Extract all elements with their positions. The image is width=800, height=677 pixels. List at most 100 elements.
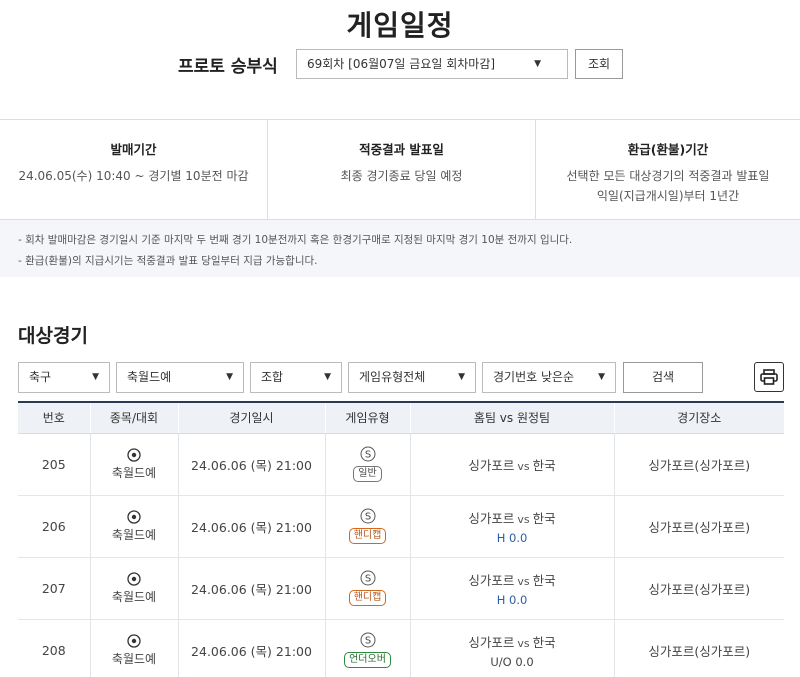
vs-label: vs — [517, 636, 530, 650]
game-type-select-value: 게임유형전체 — [359, 370, 426, 384]
notice-line: - 회차 발매마감은 경기일시 기준 마지막 두 번째 경기 10분전까지 혹은… — [18, 234, 573, 246]
result-announce-body: 최종 경기종료 당일 예정 — [340, 169, 463, 183]
game-type-badge: 핸디캡 — [348, 528, 387, 544]
away-team: 한국 — [532, 510, 556, 526]
sport-select[interactable]: 축구 ▼ — [18, 362, 110, 393]
col-teams-header: 홈팀 vs 원정팀 — [409, 401, 614, 434]
league-select-value: 축월드예 — [127, 370, 172, 384]
game-number: 206 — [18, 495, 90, 558]
caret-down-icon: ▼ — [598, 372, 605, 382]
handicap-value: U/O 0.0 — [490, 654, 534, 669]
sale-period-panel: 발매기간 24.06.05(수) 10:40 ~ 경기별 10분전 마감 — [0, 120, 267, 219]
games-table: 번호 종목/대회 경기일시 게임유형 홈팀 vs 원정팀 경기장소 205 축월… — [18, 401, 784, 677]
away-team: 한국 — [532, 634, 556, 650]
game-datetime: 24.06.06 (목) 21:00 — [177, 557, 325, 620]
refund-period-title: 환급(환불)기간 — [627, 142, 709, 157]
section-title: 대상경기 — [18, 325, 88, 347]
league-select[interactable]: 축월드예 ▼ — [116, 362, 244, 393]
caret-down-icon: ▼ — [458, 372, 465, 382]
game-datetime: 24.06.06 (목) 21:00 — [177, 433, 325, 496]
teams-cell: 싱가포르 vs 한국 — [409, 433, 614, 496]
sport-cell: 축월드예 — [89, 557, 178, 620]
round-select-value: 69회차 [06월07일 금요일 회차마감] — [307, 57, 496, 71]
caret-down-icon: ▼ — [92, 372, 99, 382]
caret-down-icon: ▼ — [324, 372, 331, 382]
refund-period-line2: 익일(지급개시일)부터 1년간 — [596, 189, 740, 203]
teams-cell: 싱가포르 vs 한국 H 0.0 — [409, 495, 614, 558]
col-venue-header: 경기장소 — [613, 401, 784, 434]
game-type-cell: S 일반 — [324, 433, 410, 496]
sport-cell: 축월드예 — [89, 495, 178, 558]
handicap-value: H 0.0 — [496, 530, 528, 545]
sport-cell: 축월드예 — [89, 433, 178, 496]
page-title: 게임일정 — [346, 9, 454, 42]
printer-icon — [760, 369, 778, 385]
table-row: 208 축월드예 24.06.06 (목) 21:00 S 언더오버 싱가포르 v… — [18, 619, 784, 677]
sport-cell: 축월드예 — [89, 619, 178, 677]
combo-select[interactable]: 조합 ▼ — [250, 362, 342, 393]
col-datetime-header: 경기일시 — [177, 401, 325, 434]
table-row: 206 축월드예 24.06.06 (목) 21:00 S 핸디캡 싱가포르 vs… — [18, 495, 784, 558]
lookup-button[interactable]: 조회 — [575, 49, 623, 79]
game-type-select[interactable]: 게임유형전체 ▼ — [348, 362, 476, 393]
venue: 싱가포르(싱가포르) — [613, 557, 784, 620]
soccer-ball-icon — [127, 633, 141, 648]
game-number: 207 — [18, 557, 90, 620]
matchup: 싱가포르 vs 한국 — [411, 508, 614, 527]
table-row: 207 축월드예 24.06.06 (목) 21:00 S 핸디캡 싱가포르 vs… — [18, 557, 784, 620]
game-type-cell: S 핸디캡 — [324, 557, 410, 620]
game-type-cell: S 핸디캡 — [324, 495, 410, 558]
sport-select-value: 축구 — [29, 370, 52, 384]
print-button[interactable] — [754, 362, 784, 392]
vs-label: vs — [517, 512, 530, 526]
col-num-header: 번호 — [18, 401, 90, 434]
svg-text:S: S — [364, 450, 370, 461]
game-datetime: 24.06.06 (목) 21:00 — [177, 495, 325, 558]
game-number: 205 — [18, 433, 90, 496]
away-team: 한국 — [532, 457, 556, 473]
soccer-ball-icon — [127, 571, 141, 586]
table-row: 205 축월드예 24.06.06 (목) 21:00 S 일반 싱가포르 vs 한… — [18, 433, 784, 496]
svg-text:S: S — [364, 636, 370, 647]
caret-down-icon: ▼ — [226, 372, 233, 382]
refund-period-line1: 선택한 모든 대상경기의 적중결과 발표일 — [566, 169, 770, 183]
search-button[interactable]: 검색 — [623, 362, 703, 393]
venue: 싱가포르(싱가포르) — [613, 619, 784, 677]
result-announce-panel: 적중결과 발표일 최종 경기종료 당일 예정 — [267, 120, 536, 219]
table-header-row: 번호 종목/대회 경기일시 게임유형 홈팀 vs 원정팀 경기장소 — [18, 401, 784, 434]
away-team: 한국 — [532, 572, 556, 588]
matchup: 싱가포르 vs 한국 — [411, 632, 614, 651]
svg-text:S: S — [364, 574, 370, 585]
soccer-ball-icon — [127, 447, 141, 462]
s-circle-icon: S — [360, 508, 375, 524]
sport-name: 축월드예 — [111, 527, 157, 542]
filter-row: 축구 ▼ 축월드예 ▼ 조합 ▼ 게임유형전체 ▼ 경기번호 낮은순 ▼ 검색 — [18, 362, 788, 393]
game-type-badge: 핸디캡 — [348, 590, 387, 606]
teams-cell: 싱가포르 vs 한국 H 0.0 — [409, 557, 614, 620]
matchup: 싱가포르 vs 한국 — [411, 570, 614, 589]
matchup: 싱가포르 vs 한국 — [411, 455, 614, 474]
result-announce-title: 적중결과 발표일 — [359, 142, 444, 157]
sale-period-body: 24.06.05(수) 10:40 ~ 경기별 10분전 마감 — [18, 169, 249, 183]
game-type-cell: S 언더오버 — [324, 619, 410, 677]
notice-line: - 환급(환불)의 지급시기는 적중결과 발표 당일부터 지급 가능합니다. — [18, 255, 318, 267]
teams-cell: 싱가포르 vs 한국 U/O 0.0 — [409, 619, 614, 677]
combo-select-value: 조합 — [261, 370, 284, 384]
proto-label: 프로토 승부식 — [178, 57, 278, 77]
venue: 싱가포르(싱가포르) — [613, 495, 784, 558]
col-sport-header: 종목/대회 — [89, 401, 178, 434]
s-circle-icon: S — [360, 632, 375, 648]
svg-text:S: S — [364, 512, 370, 523]
sale-period-title: 발매기간 — [110, 142, 157, 157]
vs-label: vs — [517, 459, 530, 473]
caret-down-icon: ▼ — [534, 59, 541, 69]
round-select[interactable]: 69회차 [06월07일 금요일 회차마감] ▼ — [296, 49, 568, 79]
s-circle-icon: S — [360, 570, 375, 586]
game-type-badge: 언더오버 — [344, 652, 391, 668]
sport-name: 축월드예 — [111, 465, 157, 480]
sort-select[interactable]: 경기번호 낮은순 ▼ — [482, 362, 616, 393]
s-circle-icon: S — [360, 446, 375, 462]
game-number: 208 — [18, 619, 90, 677]
home-team: 싱가포르 — [468, 634, 515, 650]
notice-box: - 회차 발매마감은 경기일시 기준 마지막 두 번째 경기 10분전까지 혹은… — [0, 220, 800, 277]
